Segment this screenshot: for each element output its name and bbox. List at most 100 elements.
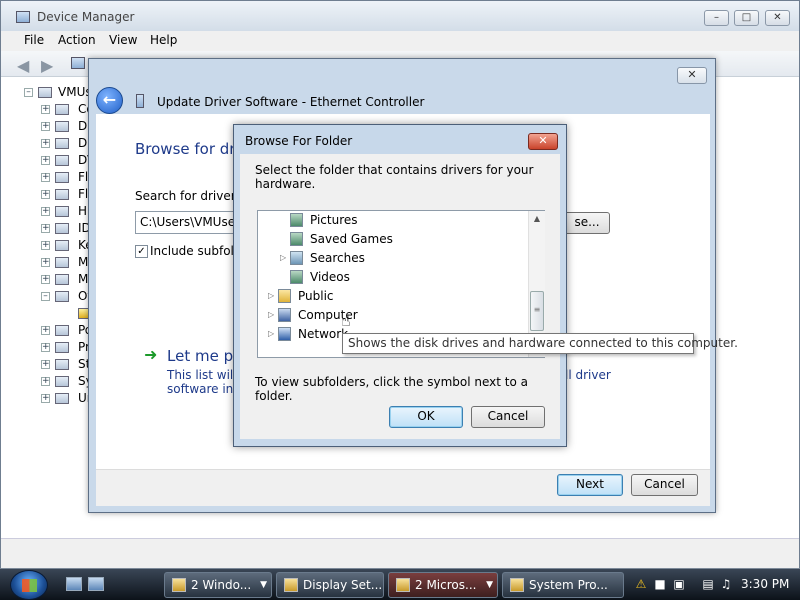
expand-icon[interactable]: + xyxy=(41,258,50,267)
window-title: Device Manager xyxy=(37,10,135,24)
back-arrow-icon[interactable]: ◀ xyxy=(17,56,29,75)
horizontal-scrollbar[interactable] xyxy=(1,538,799,568)
expand-arrow-icon[interactable]: ▷ xyxy=(268,326,274,342)
back-button[interactable]: ← xyxy=(96,87,123,114)
expand-icon[interactable]: + xyxy=(41,275,50,284)
tree-item[interactable] xyxy=(1,305,93,322)
taskbar-button[interactable]: Display Set... xyxy=(276,572,384,598)
menu-help[interactable]: Help xyxy=(150,33,177,47)
expand-icon[interactable]: + xyxy=(41,224,50,233)
menu-view[interactable]: View xyxy=(109,33,137,47)
expand-icon[interactable]: + xyxy=(41,394,50,403)
tree-item[interactable]: + M xyxy=(1,271,93,288)
browse-hint: To view subfolders, click the symbol nex… xyxy=(255,375,528,403)
folder-node-saved-games[interactable]: Saved Games xyxy=(258,231,526,248)
browse-button[interactable]: se... xyxy=(564,212,610,234)
tree-item[interactable]: + Ke xyxy=(1,237,93,254)
ok-button[interactable]: OK xyxy=(389,406,463,428)
browse-dialog-close-button[interactable]: ✕ xyxy=(528,133,558,150)
taskbar-button[interactable]: 2 Windo... ▼ xyxy=(164,572,272,598)
tree-item[interactable]: + Mi xyxy=(1,254,93,271)
task-app-icon xyxy=(284,578,298,592)
tree-item[interactable]: + ID xyxy=(1,220,93,237)
show-desktop-icon[interactable] xyxy=(66,577,82,591)
tree-item[interactable]: + Pr xyxy=(1,339,93,356)
folder-node-public[interactable]: ▷ Public xyxy=(258,288,526,305)
forward-arrow-icon[interactable]: ▶ xyxy=(41,56,53,75)
collapse-icon[interactable]: – xyxy=(41,292,50,301)
tree-item[interactable]: + DV xyxy=(1,152,95,169)
expand-icon[interactable]: + xyxy=(41,190,50,199)
collapse-icon[interactable]: – xyxy=(24,88,33,97)
switch-windows-icon[interactable] xyxy=(88,577,104,591)
scroll-up-icon[interactable]: ▲ xyxy=(529,211,545,227)
update-dialog-close-button[interactable]: ✕ xyxy=(677,67,707,84)
expand-arrow-icon[interactable]: ▷ xyxy=(268,288,274,304)
properties-icon[interactable] xyxy=(71,57,85,69)
menu-file[interactable]: File xyxy=(24,33,44,47)
close-button[interactable]: ✕ xyxy=(765,10,790,26)
tree-item[interactable]: + Hu xyxy=(1,203,95,220)
expand-icon[interactable]: + xyxy=(41,241,50,250)
device-category-icon xyxy=(55,376,69,387)
tree-item[interactable]: – Ot xyxy=(1,288,93,305)
driver-path-input[interactable]: C:\Users\VMUser\ xyxy=(135,211,245,234)
tree-item[interactable]: + Di xyxy=(1,118,93,135)
expand-icon[interactable]: + xyxy=(41,360,50,369)
device-category-icon xyxy=(55,155,69,166)
taskbar-button[interactable]: 2 Micros... ▼ xyxy=(388,572,498,598)
expand-icon[interactable]: + xyxy=(41,207,50,216)
dropdown-arrow-icon[interactable]: ▼ xyxy=(260,573,267,597)
maximize-button[interactable]: □ xyxy=(734,10,759,26)
next-button[interactable]: Next xyxy=(557,474,623,496)
tree-item[interactable]: + Fl xyxy=(1,169,93,186)
expand-icon[interactable]: + xyxy=(41,122,50,131)
task-app-icon xyxy=(396,578,410,592)
expand-icon[interactable]: + xyxy=(41,156,50,165)
start-button[interactable] xyxy=(10,570,48,600)
network-icon[interactable]: ▤ xyxy=(701,577,715,591)
expand-icon[interactable]: + xyxy=(41,326,50,335)
expand-arrow-icon[interactable]: ▷ xyxy=(280,250,286,266)
folder-node-pictures[interactable]: Pictures xyxy=(258,212,526,229)
tree-item[interactable]: + St xyxy=(1,356,93,373)
menu-action[interactable]: Action xyxy=(58,33,96,47)
tree-item[interactable]: + Di xyxy=(1,135,93,152)
expand-icon[interactable]: + xyxy=(41,139,50,148)
tree-root[interactable]: – VMUs xyxy=(1,84,93,101)
folder-label: Pictures xyxy=(310,213,358,227)
update-icon[interactable]: ▣ xyxy=(672,577,686,591)
minimize-button[interactable]: – xyxy=(704,10,729,26)
device-icon xyxy=(136,94,144,108)
dropdown-arrow-icon[interactable]: ▼ xyxy=(486,573,493,597)
volume-icon[interactable]: ♫ xyxy=(719,577,733,591)
scroll-thumb[interactable]: ≡ xyxy=(530,291,544,331)
update-cancel-button[interactable]: Cancel xyxy=(631,474,698,496)
tree-item[interactable]: + Sy xyxy=(1,373,93,390)
clock[interactable]: 3:30 PM xyxy=(741,577,789,591)
tree-item[interactable]: + Fl xyxy=(1,186,93,203)
folder-node-computer[interactable]: ▷ Computer xyxy=(258,307,526,324)
security-shield-icon[interactable]: ⚠ xyxy=(634,577,648,591)
include-subfolders-checkbox[interactable]: ✓ xyxy=(135,245,148,258)
expand-arrow-icon[interactable]: ▷ xyxy=(268,307,274,323)
taskbar-button-label: 2 Micros... xyxy=(415,578,477,592)
expand-icon[interactable]: + xyxy=(41,105,50,114)
browse-cancel-button[interactable]: Cancel xyxy=(471,406,545,428)
taskbar-button[interactable]: System Pro... xyxy=(502,572,624,598)
device-manager-icon xyxy=(16,11,30,23)
expand-icon[interactable]: + xyxy=(41,173,50,182)
tree-item[interactable]: + Co xyxy=(1,101,94,118)
expand-icon[interactable]: + xyxy=(41,377,50,386)
network-status-icon[interactable]: ■ xyxy=(653,577,667,591)
taskbar-button-label: Display Set... xyxy=(303,578,383,592)
folder-node-videos[interactable]: Videos xyxy=(258,269,526,286)
expand-icon[interactable]: + xyxy=(41,343,50,352)
tree-item[interactable]: + Ur xyxy=(1,390,93,407)
let-me-pick-link[interactable]: Let me pi xyxy=(167,347,237,365)
folder-node-searches[interactable]: ▷ Searches xyxy=(258,250,526,267)
tree-item[interactable]: + Po xyxy=(1,322,93,339)
folder-icon xyxy=(290,270,303,284)
device-category-icon xyxy=(55,393,69,404)
title-bar[interactable]: Device Manager – □ ✕ xyxy=(1,1,799,31)
